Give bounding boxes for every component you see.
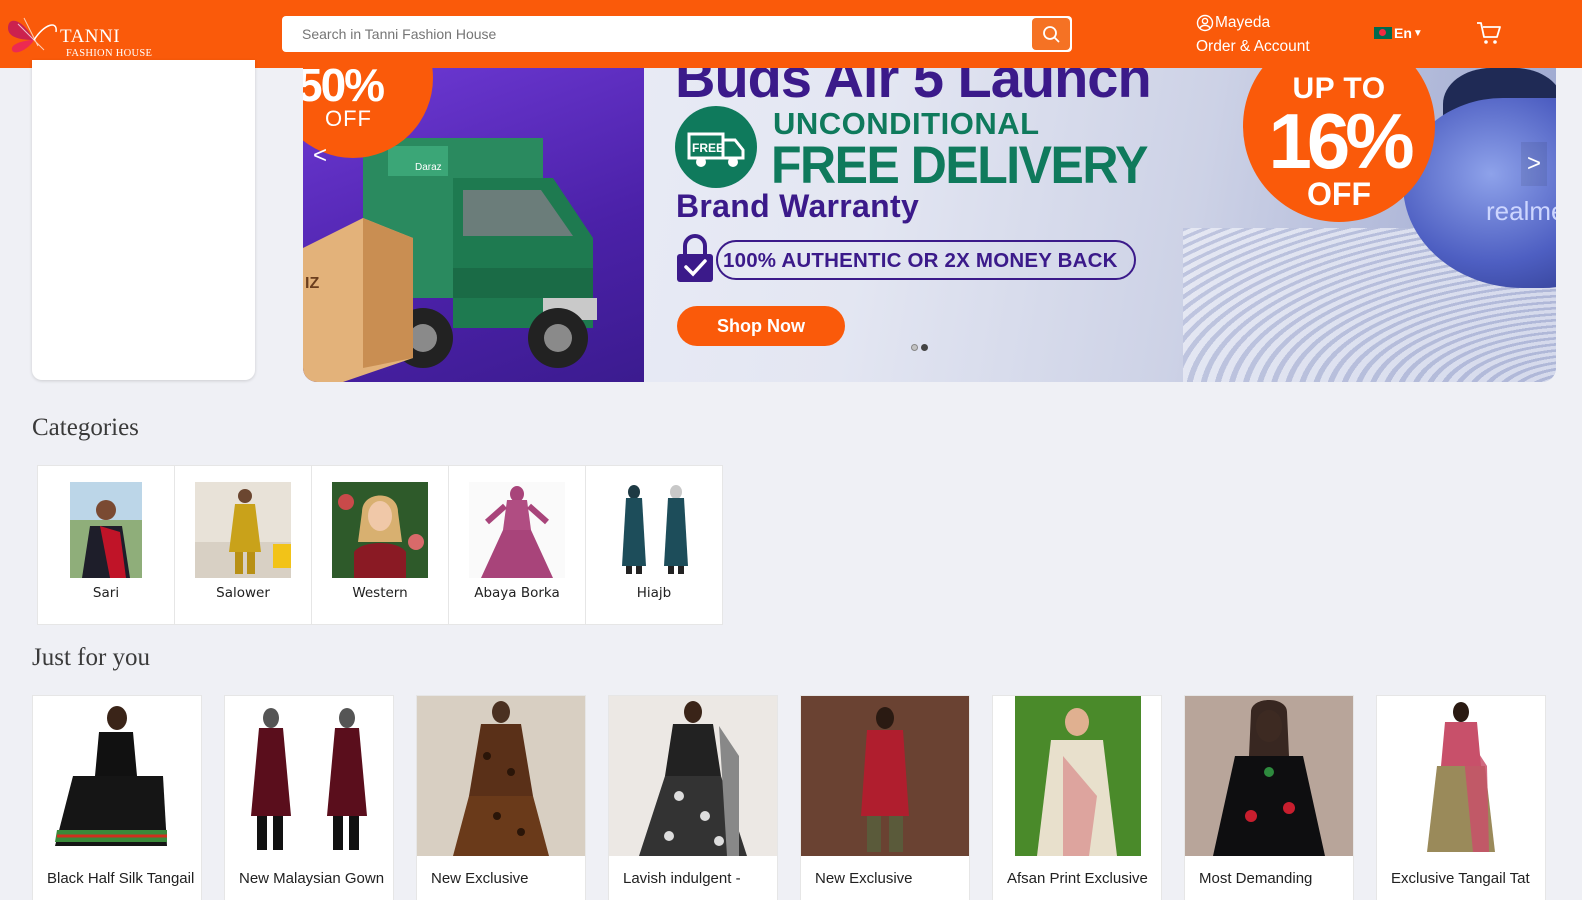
free-delivery-icon: FREE	[675, 106, 757, 188]
butterfly-logo-icon	[8, 17, 57, 53]
category-western[interactable]: Western	[311, 465, 449, 625]
banner-headline: Buds Air 5 Launch	[675, 68, 1152, 109]
top-header: TANNI FASHION HOUSE Mayeda Order & Accou…	[0, 0, 1582, 68]
logo-brand-text: TANNI	[60, 26, 121, 47]
product-image	[993, 696, 1161, 856]
account-menu[interactable]: Mayeda Order & Account	[1196, 11, 1310, 59]
language-selector[interactable]: En ▼	[1374, 25, 1423, 41]
product-brand-text: realme	[1486, 196, 1556, 226]
bangladesh-flag-icon	[1374, 27, 1392, 39]
hijab-photo	[606, 482, 702, 578]
right-discount-value: 16%	[1268, 97, 1414, 185]
category-label: Sari	[92, 585, 120, 601]
product-image	[417, 696, 585, 856]
brand-warranty-text: Brand Warranty	[676, 188, 920, 224]
left-discount-off: OFF	[325, 106, 372, 131]
western-photo	[332, 482, 428, 578]
category-label: Hiajb	[636, 585, 672, 601]
product-image	[1185, 696, 1353, 856]
product-title: New Exclusive	[431, 870, 529, 887]
category-abaya-borka[interactable]: Abaya Borka	[448, 465, 586, 625]
product-title: New Exclusive	[815, 870, 913, 887]
cart-icon	[1477, 22, 1501, 44]
product-title: Most Demanding	[1199, 870, 1313, 887]
category-label: Abaya Borka	[474, 585, 560, 601]
product-title: Exclusive Tangail Tat	[1391, 870, 1530, 887]
category-sari[interactable]: Sari	[37, 465, 175, 625]
categories-heading: Categories	[32, 414, 139, 441]
lock-icon	[677, 234, 713, 282]
product-title: Afsan Print Exclusive	[1007, 870, 1148, 887]
free-badge-text: FREE	[692, 141, 724, 155]
product-card[interactable]: Black Half Silk Tangail	[32, 695, 202, 900]
product-title: Lavish indulgent -	[623, 870, 741, 887]
carousel-dot-2[interactable]	[921, 344, 928, 351]
left-discount-value: 50%	[303, 68, 385, 111]
product-card[interactable]: Most Demanding	[1184, 695, 1354, 900]
product-image	[1377, 696, 1545, 856]
category-label: Salower	[216, 585, 270, 601]
product-card[interactable]: Afsan Print Exclusive	[992, 695, 1162, 900]
product-card[interactable]: New Malaysian Gown	[224, 695, 394, 900]
product-card[interactable]: Exclusive Tangail Tat	[1376, 695, 1546, 900]
product-card[interactable]: New Exclusive	[416, 695, 586, 900]
category-side-panel	[32, 60, 255, 380]
search-input[interactable]	[282, 16, 1032, 52]
product-card[interactable]: New Exclusive	[800, 695, 970, 900]
product-image	[225, 696, 393, 856]
site-logo[interactable]: TANNI FASHION HOUSE	[4, 8, 154, 60]
order-account-label: Order & Account	[1196, 38, 1310, 55]
salower-photo	[195, 482, 291, 578]
authentic-guarantee: 100% AUTHENTIC OR 2X MONEY BACK	[716, 240, 1136, 280]
free-truck-icon: FREE	[687, 132, 745, 167]
product-grid: Black Half Silk Tangail New Malaysian Go…	[32, 695, 1546, 900]
category-hijab[interactable]: Hiajb	[585, 465, 723, 625]
right-discount-off: OFF	[1307, 176, 1371, 212]
user-name: Mayeda	[1215, 14, 1271, 31]
product-image	[801, 696, 969, 856]
product-title: New Malaysian Gown	[239, 870, 385, 887]
category-label: Western	[352, 585, 408, 601]
carousel-dot-1[interactable]	[911, 344, 918, 351]
search-button[interactable]	[1032, 18, 1070, 50]
sari-photo	[70, 482, 142, 578]
categories-grid: Sari Salower Western Abaya Borka Hiajb	[37, 465, 723, 625]
search-icon	[1043, 26, 1060, 43]
category-salower[interactable]: Salower	[174, 465, 312, 625]
cart-button[interactable]	[1476, 20, 1502, 51]
svg-text:Daraz: Daraz	[415, 162, 442, 173]
language-label: En	[1394, 25, 1412, 41]
user-icon	[1196, 14, 1214, 32]
logo-sub-text: FASHION HOUSE	[66, 48, 153, 59]
search-bar	[282, 16, 1072, 52]
just-for-you-heading: Just for you	[32, 644, 151, 671]
promo-banner[interactable]: Daraz IZ 50% OFF Buds Air 5 Launch FREE …	[303, 68, 1556, 382]
carousel-dots	[911, 344, 928, 351]
svg-text:IZ: IZ	[305, 275, 319, 292]
carousel-prev-arrow[interactable]: <	[313, 142, 327, 170]
right-discount-badge: UP TO 16% OFF	[1243, 68, 1435, 222]
shop-now-button[interactable]: Shop Now	[677, 306, 845, 346]
chevron-down-icon: ▼	[1412, 27, 1423, 39]
product-card[interactable]: Lavish indulgent -	[608, 695, 778, 900]
product-image	[33, 696, 201, 856]
free-delivery-text: FREE DELIVERY	[771, 135, 1148, 195]
carousel-next-arrow[interactable]: >	[1521, 142, 1547, 186]
abaya-photo	[469, 482, 565, 578]
product-image	[609, 696, 777, 856]
product-title: Black Half Silk Tangail	[47, 870, 195, 887]
